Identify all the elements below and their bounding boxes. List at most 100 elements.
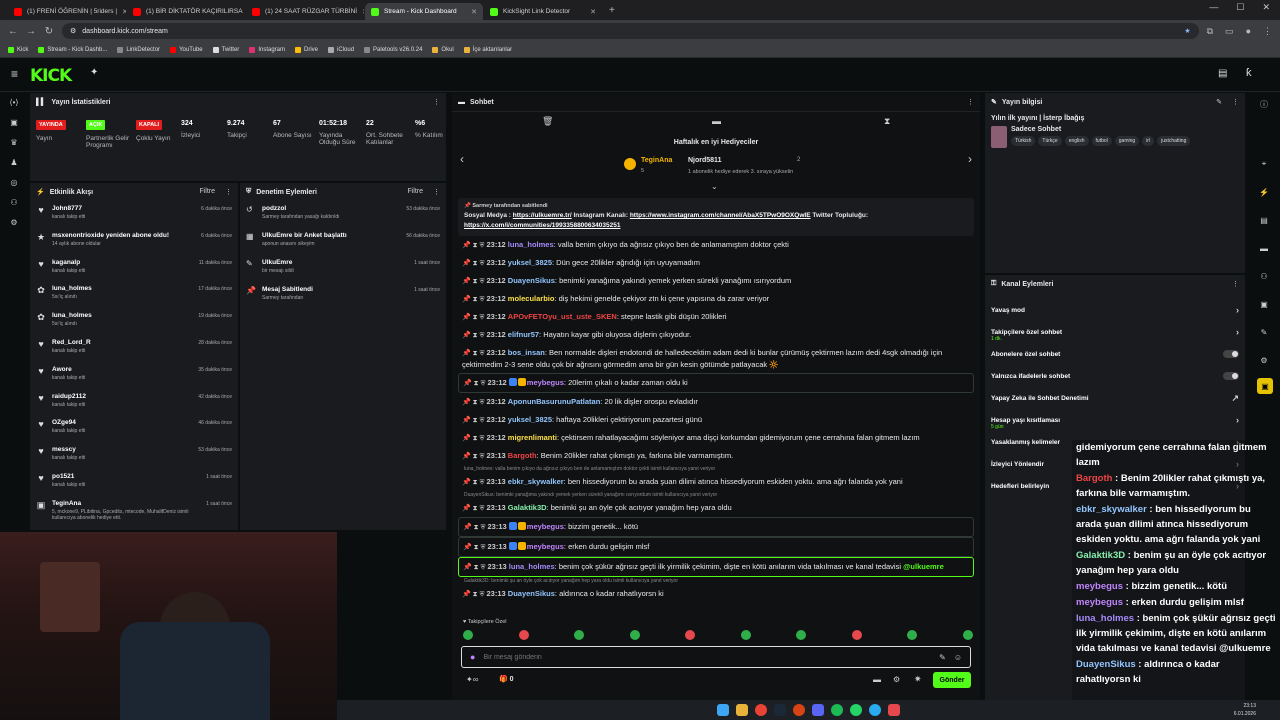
mod-pin-icon[interactable]: 📌 ⧗ ⛨ — [462, 242, 487, 249]
emote-icon[interactable] — [685, 630, 696, 640]
gift-rail-icon[interactable]: ▣ — [1257, 378, 1273, 394]
activity-row[interactable]: ✿ luna_holmes 5sı'iç alındı 17 dakika önce — [30, 281, 238, 308]
quick-action-7-icon[interactable]: ⚙ — [1250, 350, 1278, 370]
chat-message[interactable]: 📌 ⧗ ⛨ 23:12 luna_holmes: valla benim çık… — [458, 236, 974, 254]
community-bolt-icon[interactable]: ✷ — [914, 674, 922, 685]
message-username[interactable]: Bargoth — [508, 451, 537, 460]
moderation-row[interactable]: ↺ podzzol Sarmey tarafından yasağı kaldırı… — [240, 201, 446, 228]
message-username[interactable]: molecularbio — [508, 294, 555, 303]
chat-message[interactable]: 📌 ⧗ ⛨ 23:12 DuayenSikus: benimki yanağım… — [458, 272, 974, 290]
message-username[interactable]: meybegus — [527, 378, 564, 387]
message-username[interactable]: meybegus — [527, 522, 564, 531]
tab-close-icon[interactable]: ✕ — [362, 8, 364, 16]
points-icon[interactable]: ✦∞ — [466, 675, 478, 684]
close-window-icon[interactable]: ✕ — [1262, 2, 1270, 13]
quick-action-4-icon[interactable]: ⚇ — [1250, 266, 1278, 286]
mic-icon[interactable]: ● — [470, 652, 475, 662]
stats-menu-icon[interactable]: ⋮ — [433, 98, 440, 106]
tab-close-icon[interactable]: ✕ — [122, 8, 126, 16]
mod-pin-icon[interactable]: 📌 ⧗ ⛨ — [462, 278, 487, 285]
users-icon[interactable]: ⚇ — [0, 192, 28, 212]
bookmark-item[interactable]: Kick — [8, 46, 28, 53]
chat-message[interactable]: 📌 ⧗ ⛨ 23:12 AponunBasurunuPatlatan: 20 l… — [458, 393, 974, 411]
external-link-icon[interactable]: ↗ — [1231, 393, 1239, 404]
activity-filter-button[interactable]: Filtre — [199, 188, 215, 196]
activity-row[interactable]: ♥ raidup2112 kanalı takip etti 42 dakika ön… — [30, 389, 238, 416]
steam-icon[interactable] — [774, 704, 786, 716]
mod-pin-icon[interactable]: 📌 ⧗ ⛨ — [462, 314, 487, 321]
tag-chip[interactable]: futbol — [1091, 136, 1112, 146]
pinned-link3[interactable]: https://x.com/i/communities/199335880063… — [464, 222, 620, 229]
mod-pin-icon[interactable]: 📌 ⧗ ⛨ — [463, 380, 488, 387]
chat-mode-icon[interactable]: ▬ — [712, 116, 721, 126]
prev-arrow-icon[interactable]: ‹ — [460, 152, 464, 166]
spotify-icon[interactable] — [831, 704, 843, 716]
edit-icon[interactable]: ✎ — [1216, 98, 1222, 106]
url-field[interactable]: ⚙ dashboard.kick.com/stream ★ — [62, 23, 1199, 39]
channel-action-row[interactable]: Abonelere özel sohbet — [985, 343, 1245, 365]
info-icon[interactable]: ⓘ — [1250, 94, 1278, 114]
message-username[interactable]: ebkr_skywalker — [508, 477, 564, 486]
activity-row[interactable]: ♥ OZge94 kanalı takip etti 46 dakika önce — [30, 415, 238, 442]
activity-row[interactable]: ♥ Red_Lord_R kanalı takip etti 28 dakika ön… — [30, 335, 238, 362]
next-arrow-icon[interactable]: › — [968, 152, 972, 166]
minimize-icon[interactable]: — — [1209, 2, 1218, 13]
new-tab-icon[interactable]: + — [603, 5, 621, 16]
chrome-icon[interactable] — [755, 704, 767, 716]
mod-pin-icon[interactable]: 📌 ⧗ ⛨ — [463, 524, 488, 531]
category-name[interactable]: Sadece Sohbet — [1011, 126, 1190, 133]
bookmark-item[interactable]: Paletools v26.0.24 — [364, 46, 422, 53]
stream-manager-icon[interactable]: ▤ — [1218, 68, 1227, 79]
profile-avatar[interactable]: ● — [1246, 26, 1251, 37]
tab-close-icon[interactable]: ✕ — [590, 8, 596, 16]
chat-message[interactable]: 📌 ⧗ ⛨ 23:12 migrenlimanti: çektirsem rah… — [458, 429, 974, 447]
chat-message[interactable]: 📌 ⧗ ⛨ 23:13 luna_holmes: benim çok şükür… — [458, 557, 974, 577]
chat-message[interactable]: 📌 ⧗ ⛨ 23:12 meybegus: 20lerim çıkalı o k… — [458, 373, 974, 393]
emote-icon[interactable] — [796, 630, 807, 640]
mod-pin-icon[interactable]: 📌 ⧗ ⛨ — [463, 544, 488, 551]
browser-tab[interactable]: Stream - Kick Dashboard ✕ — [365, 3, 483, 20]
message-username[interactable]: AponunBasurunuPatlatan — [508, 397, 601, 406]
discord-icon[interactable] — [812, 704, 824, 716]
gifter2-name[interactable]: Njord5811 — [688, 157, 721, 164]
chat-message[interactable]: 📌 ⧗ ⛨ 23:13 meybegus: bizzim genetik... … — [458, 517, 974, 537]
tab-close-icon[interactable]: ✕ — [471, 8, 477, 16]
message-username[interactable]: meybegus — [527, 542, 564, 551]
tag-chip[interactable]: irl — [1142, 136, 1155, 146]
tag-chip[interactable]: justchatting — [1157, 136, 1191, 146]
forward-icon[interactable]: → — [26, 26, 36, 37]
back-icon[interactable]: ← — [8, 26, 18, 37]
bookmark-item[interactable]: Instagram — [249, 46, 285, 53]
channel-action-row[interactable]: Yavaş mod › — [985, 299, 1245, 321]
settings-icon[interactable]: ⚙ — [0, 212, 28, 232]
activity-row[interactable]: ★ msxenontrioxide yeniden abone oldu! 14 a… — [30, 228, 238, 255]
chat-message[interactable]: 📌 ⧗ ⛨ 23:12 yuksel_3825: haftaya 20likle… — [458, 411, 974, 429]
streaminfo-menu-icon[interactable]: ⋮ — [1232, 98, 1239, 106]
bookmark-item[interactable]: YouTube — [170, 46, 203, 53]
chevron-right-icon[interactable]: › — [1236, 305, 1239, 315]
emote-icon[interactable] — [851, 630, 862, 640]
chat-message[interactable]: 📌 ⧗ ⛨ 23:12 yuksel_3825: Dün gece 20likl… — [458, 254, 974, 272]
channel-action-row[interactable]: Hesap yaşı kısıtlaması 5 gün › — [985, 409, 1245, 431]
moderation-row[interactable]: 📌 Mesaj Sabitlendi Sarmey tarafından 1 saat… — [240, 282, 446, 309]
chat-menu-icon[interactable]: ⋮ — [967, 98, 974, 106]
mod-pin-icon[interactable]: 📌 ⧗ ⛨ — [462, 296, 487, 303]
pinned-link2[interactable]: https://www.instagram.com/channel/AbaX5T… — [630, 212, 811, 219]
activity-row[interactable]: ▣ TeginAna 5, mckone9, PLibitina, Gpcedits… — [30, 496, 238, 523]
send-button[interactable]: Gönder — [933, 672, 971, 688]
dashboard-icon[interactable]: ▣ — [0, 112, 28, 132]
chat-message[interactable]: 📌 ⧗ ⛨ 23:12 APOvFETOyu_ust_uste_SKEN: st… — [458, 308, 974, 326]
activity-row[interactable]: ♥ po1521 kanalı takip etti 1 saat önce — [30, 469, 238, 496]
toggle-switch[interactable] — [1223, 372, 1239, 380]
mod-pin-icon[interactable]: 📌 ⧗ ⛨ — [462, 417, 487, 424]
activity-menu-icon[interactable]: ⋮ — [225, 188, 232, 196]
maximize-icon[interactable]: ☐ — [1236, 2, 1244, 13]
quick-action-3-icon[interactable]: ▬ — [1250, 238, 1278, 258]
emote-icon[interactable] — [962, 630, 973, 640]
mod-pin-icon[interactable]: 📌 ⧗ ⛨ — [462, 350, 487, 357]
message-username[interactable]: bos_insan — [508, 348, 545, 357]
channel-action-row[interactable]: Yapay Zeka ile Sohbet Denetimi ↗ — [985, 387, 1245, 409]
chat-message[interactable]: 📌 ⧗ ⛨ 23:12 bos_insan: Ben normalde dişl… — [458, 344, 974, 373]
emote-icon[interactable] — [463, 630, 473, 640]
message-username[interactable]: DuayenSikus — [508, 589, 555, 598]
